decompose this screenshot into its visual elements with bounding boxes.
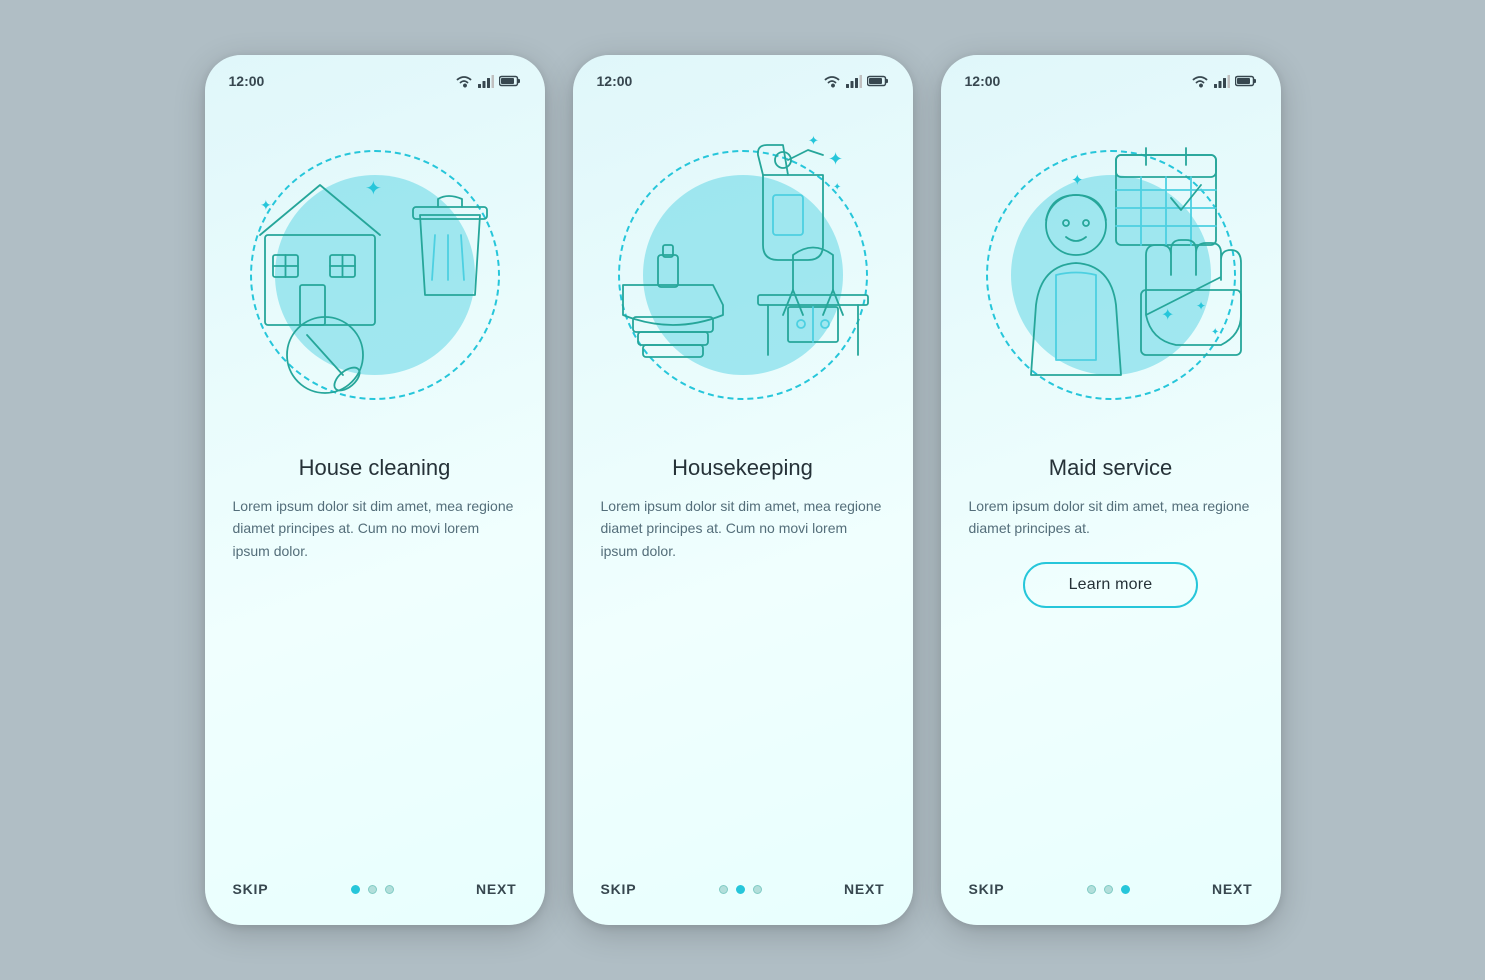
dot-2-2 — [736, 885, 745, 894]
screen-1-skip[interactable]: SKIP — [233, 881, 269, 897]
screen-1-desc: Lorem ipsum dolor sit dim amet, mea regi… — [233, 495, 517, 562]
dot-3-2 — [1104, 885, 1113, 894]
svg-text:✦: ✦ — [1161, 307, 1174, 324]
screen-2-desc: Lorem ipsum dolor sit dim amet, mea regi… — [601, 495, 885, 562]
housekeeping-svg: ✦ ✦ ✦ — [603, 125, 883, 425]
screen-1-next[interactable]: NEXT — [476, 881, 517, 897]
svg-text:✦: ✦ — [1211, 327, 1219, 338]
signal-icon-2 — [846, 74, 862, 88]
svg-text:✦: ✦ — [365, 178, 382, 200]
svg-text:✦: ✦ — [1196, 299, 1206, 313]
screen-2-content: Housekeeping Lorem ipsum dolor sit dim a… — [573, 445, 913, 881]
dot-1-3 — [385, 885, 394, 894]
screen-housekeeping: 12:00 — [573, 55, 913, 925]
screen-1-title: House cleaning — [299, 455, 451, 481]
dot-1-1 — [351, 885, 360, 894]
wifi-icon-3 — [1191, 74, 1209, 88]
screen-1-content: House cleaning Lorem ipsum dolor sit dim… — [205, 445, 545, 881]
screen-1-nav: SKIP NEXT — [205, 881, 545, 925]
status-time-2: 12:00 — [597, 73, 633, 89]
screen-3-skip[interactable]: SKIP — [969, 881, 1005, 897]
status-icons-3 — [1191, 74, 1257, 88]
svg-text:✦: ✦ — [808, 133, 819, 148]
dot-1-2 — [368, 885, 377, 894]
status-bar-2: 12:00 — [573, 55, 913, 95]
dot-3-1 — [1087, 885, 1096, 894]
screen-1-dots — [351, 885, 394, 894]
status-icons-1 — [455, 74, 521, 88]
house-cleaning-svg: ✦ ✦ — [235, 125, 515, 425]
screen-maid-service: 12:00 — [941, 55, 1281, 925]
svg-text:✦: ✦ — [1071, 172, 1084, 189]
battery-icon-2 — [867, 75, 889, 87]
status-bar-3: 12:00 — [941, 55, 1281, 95]
illustration-house-cleaning: ✦ ✦ — [205, 105, 545, 445]
screens-container: 12:00 — [205, 55, 1281, 925]
dot-3-3 — [1121, 885, 1130, 894]
svg-text:✦: ✦ — [833, 182, 841, 193]
maid-service-svg: ✦ ✦ ✦ ✦ — [971, 125, 1251, 425]
screen-3-nav: SKIP NEXT — [941, 881, 1281, 925]
screen-2-nav: SKIP NEXT — [573, 881, 913, 925]
signal-icon — [478, 74, 494, 88]
learn-more-button[interactable]: Learn more — [1023, 562, 1199, 608]
screen-3-title: Maid service — [1049, 455, 1172, 481]
battery-icon-3 — [1235, 75, 1257, 87]
illustration-maid-service: ✦ ✦ ✦ ✦ — [941, 105, 1281, 445]
screen-3-dots — [1087, 885, 1130, 894]
status-time-3: 12:00 — [965, 73, 1001, 89]
wifi-icon — [455, 74, 473, 88]
signal-icon-3 — [1214, 74, 1230, 88]
status-icons-2 — [823, 74, 889, 88]
screen-3-next[interactable]: NEXT — [1212, 881, 1253, 897]
illustration-housekeeping: ✦ ✦ ✦ — [573, 105, 913, 445]
svg-text:✦: ✦ — [828, 149, 843, 169]
svg-text:✦: ✦ — [260, 197, 272, 213]
wifi-icon-2 — [823, 74, 841, 88]
screen-2-skip[interactable]: SKIP — [601, 881, 637, 897]
screen-2-title: Housekeeping — [672, 455, 813, 481]
battery-icon — [499, 75, 521, 87]
dot-2-1 — [719, 885, 728, 894]
status-time-1: 12:00 — [229, 73, 265, 89]
screen-2-next[interactable]: NEXT — [844, 881, 885, 897]
status-bar-1: 12:00 — [205, 55, 545, 95]
screen-3-content: Maid service Lorem ipsum dolor sit dim a… — [941, 445, 1281, 881]
screen-2-dots — [719, 885, 762, 894]
dot-2-3 — [753, 885, 762, 894]
screen-house-cleaning: 12:00 — [205, 55, 545, 925]
screen-3-desc: Lorem ipsum dolor sit dim amet, mea regi… — [969, 495, 1253, 540]
